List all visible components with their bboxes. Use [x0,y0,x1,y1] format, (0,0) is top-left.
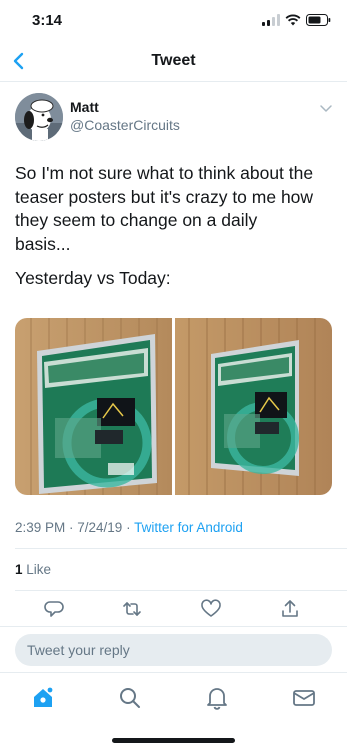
tweet-text: So I'm not sure what to think about the … [15,162,340,291]
reply-icon [44,601,64,617]
nav-bar: Tweet [0,42,347,82]
signal-icon [262,14,280,26]
messages-icon [293,690,315,706]
reply-placeholder: Tweet your reply [27,642,130,658]
likes-label: Like [22,562,52,577]
tweet-actions [0,598,347,622]
tweet-text-line: So I'm not sure what to think about the [15,163,314,183]
share-button[interactable] [279,598,301,620]
home-icon [34,687,53,707]
wifi-icon [285,14,301,26]
tab-notifications[interactable] [204,685,230,711]
avatar[interactable] [15,93,63,141]
status-bar: 3:14 [0,0,347,42]
tweet-text-line [15,256,340,267]
home-indicator [112,738,235,743]
tweet-text-line: basis... [15,233,71,254]
divider [15,548,347,549]
more-options-button[interactable] [319,101,333,115]
battery-icon [306,14,331,26]
tweet-text-line: Yesterday vs Today: [15,268,171,288]
tweet-text-line: teaser posters but it's crazy to me how [15,186,314,207]
tweet-media [15,318,332,495]
author-name[interactable]: Matt [70,99,99,115]
likes-count[interactable]: 1 Like [15,562,51,577]
share-icon [282,600,298,617]
search-icon [120,688,140,708]
media-image-today[interactable] [175,318,332,495]
page-title: Tweet [151,52,196,69]
divider [0,626,347,627]
divider [15,590,347,591]
reply-input[interactable]: Tweet your reply [15,634,332,666]
tab-home[interactable] [30,685,56,711]
status-icons [262,14,331,26]
tab-messages[interactable] [291,685,317,711]
media-image-yesterday[interactable] [15,318,172,495]
reply-button[interactable] [44,598,66,620]
tweet-meta: 2:39 PM · 7/24/19 · Twitter for Android [15,520,243,535]
status-time: 3:14 [32,12,63,29]
heart-icon [201,599,221,617]
likes-number: 1 [15,562,23,577]
tweet-source-link[interactable]: Twitter for Android [134,520,243,535]
chevron-down-icon [320,105,332,112]
author-handle[interactable]: @CoasterCircuits [70,117,180,133]
tweet-timestamp: 2:39 PM · 7/24/19 · [15,520,135,535]
tab-search[interactable] [117,685,143,711]
retweet-icon [123,602,141,616]
like-button[interactable] [200,598,222,620]
tweet-text-line: they seem to change on a daily [15,210,258,230]
notifications-icon [207,688,227,710]
snoopy-avatar-icon [15,93,63,141]
retweet-button[interactable] [121,598,143,620]
